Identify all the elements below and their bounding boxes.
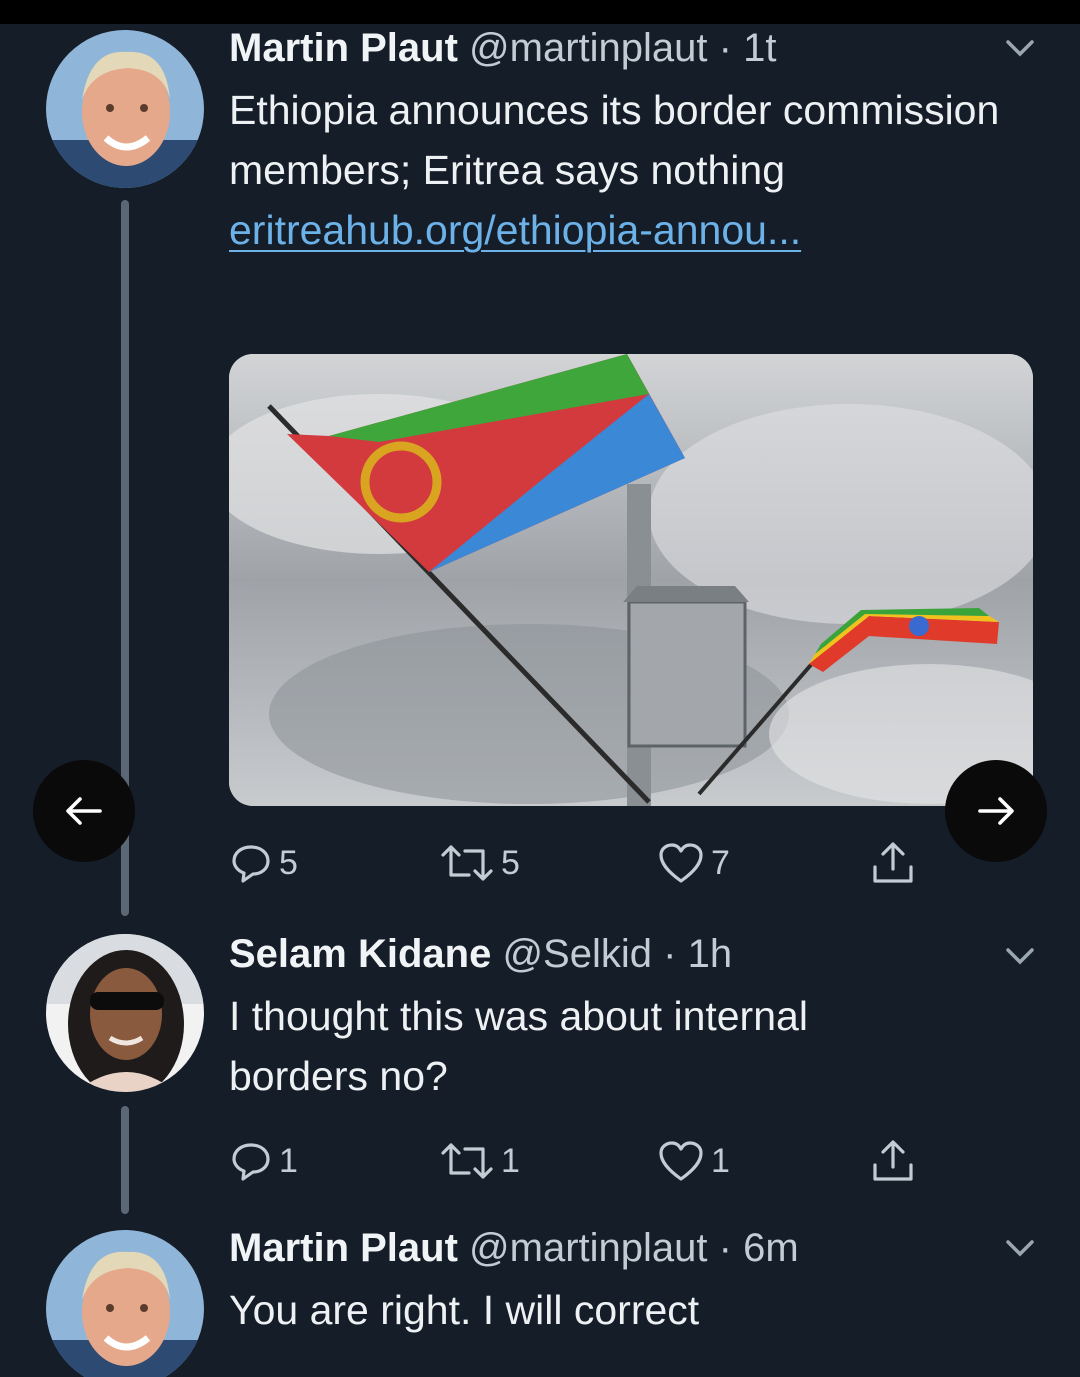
like-button[interactable]: 1 (657, 1136, 730, 1186)
handle[interactable]: @Selkid (502, 932, 652, 976)
retweet-count: 5 (501, 843, 520, 882)
reply-count: 1 (279, 1141, 298, 1180)
thread-line (121, 1106, 129, 1214)
tweet-actions: 1 1 1 (229, 1136, 929, 1186)
chevron-down-icon[interactable] (1000, 28, 1040, 68)
heart-icon (659, 1141, 703, 1181)
heart-icon (659, 843, 703, 883)
tweet-link[interactable]: eritreahub.org/ethiopia-annou... (229, 207, 801, 253)
handle[interactable]: @martinplaut (469, 26, 707, 70)
tweet-header: Martin Plaut @martinplaut · 6m (229, 1224, 799, 1272)
display-name[interactable]: Selam Kidane (229, 932, 491, 976)
reply-count: 5 (279, 843, 298, 882)
display-name[interactable]: Martin Plaut (229, 1226, 458, 1270)
tweet-header: Martin Plaut @martinplaut · 1t (229, 24, 776, 72)
arrow-left-icon (66, 797, 102, 825)
reply-button[interactable]: 1 (229, 1136, 298, 1186)
arrow-right-icon (978, 797, 1014, 825)
timestamp[interactable]: · 6m (719, 1226, 799, 1270)
tweet[interactable]: Martin Plaut @martinplaut · 6m You are r… (0, 1220, 1080, 1377)
previous-button[interactable] (33, 760, 135, 862)
chevron-down-icon[interactable] (1000, 1228, 1040, 1268)
avatar[interactable] (46, 1230, 204, 1377)
next-button[interactable] (945, 760, 1047, 862)
reply-button[interactable]: 5 (229, 838, 298, 888)
handle[interactable]: @martinplaut (469, 1226, 707, 1270)
reply-icon (232, 845, 270, 883)
tweet-text: Ethiopia announces its border commission… (229, 80, 1029, 260)
like-count: 7 (711, 843, 730, 882)
reply-icon (232, 1143, 270, 1181)
avatar[interactable] (46, 30, 204, 188)
tweet-header: Selam Kidane @Selkid · 1h (229, 930, 732, 978)
tweet-image[interactable] (229, 354, 1033, 806)
retweet-button[interactable]: 5 (439, 838, 520, 888)
tweet[interactable]: Martin Plaut @martinplaut · 1t Ethiopia … (0, 0, 1080, 920)
retweet-icon (441, 1143, 493, 1179)
timestamp[interactable]: · 1h (663, 932, 732, 976)
like-count: 1 (711, 1141, 730, 1180)
retweet-count: 1 (501, 1141, 520, 1180)
flag-photo (229, 354, 1033, 806)
timestamp[interactable]: · 1t (719, 26, 777, 70)
avatar[interactable] (46, 934, 204, 1092)
tweet-text: You are right. I will correct (229, 1287, 700, 1333)
share-button[interactable] (869, 838, 923, 888)
tweet-actions: 5 5 7 (229, 838, 929, 888)
tweet[interactable]: Selam Kidane @Selkid · 1h I thought this… (0, 920, 1080, 1220)
tweet-text: I thought this was about internal border… (229, 993, 808, 1099)
tweet-text-main: Ethiopia announces its border commission… (229, 87, 1000, 193)
chevron-down-icon[interactable] (1000, 936, 1040, 976)
share-icon (873, 842, 913, 883)
display-name[interactable]: Martin Plaut (229, 26, 458, 70)
like-button[interactable]: 7 (657, 838, 730, 888)
retweet-button[interactable]: 1 (439, 1136, 520, 1186)
share-icon (873, 1140, 913, 1181)
share-button[interactable] (869, 1136, 923, 1186)
retweet-icon (441, 845, 493, 881)
